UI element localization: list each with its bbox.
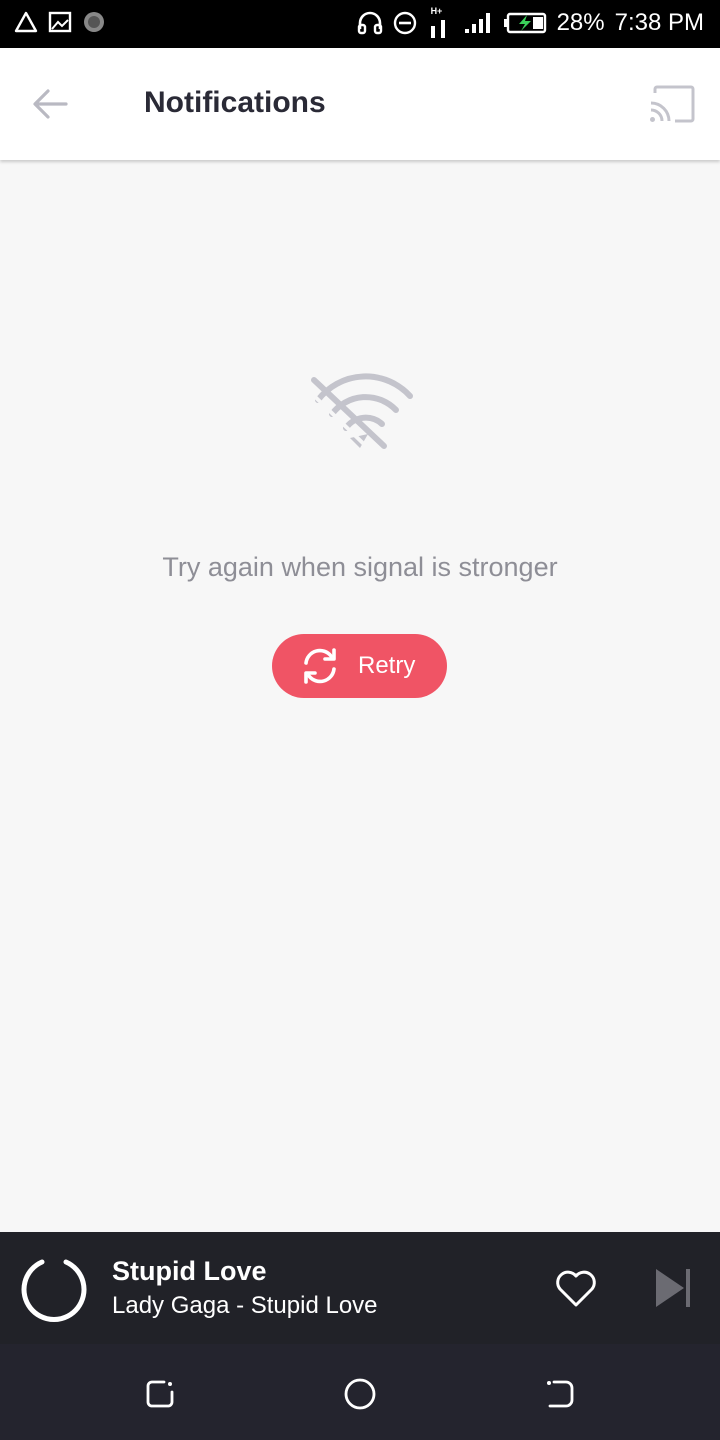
status-left-icons: [14, 10, 106, 34]
cast-button[interactable]: [640, 78, 704, 130]
track-subtitle: Lady Gaga - Stupid Love: [112, 1292, 378, 1319]
headphones-icon: [357, 11, 382, 35]
loading-spinner-icon: [21, 1259, 87, 1322]
refresh-icon: [304, 648, 336, 684]
status-bar: H+ 28% 7:38 PM: [0, 0, 720, 48]
track-title: Stupid Love: [112, 1256, 267, 1286]
back-icon: [547, 1380, 574, 1408]
home-icon: [344, 1378, 376, 1410]
battery-percent: 28%: [556, 9, 605, 36]
heart-outline-icon: [556, 1270, 596, 1307]
retry-label: Retry: [358, 652, 416, 679]
mini-player[interactable]: Stupid Love Lady Gaga - Stupid Love: [0, 1232, 720, 1344]
warning-icon: [14, 11, 38, 33]
recents-icon: [146, 1380, 174, 1408]
recents-button[interactable]: [136, 1370, 184, 1418]
wifi-off-icon: [306, 373, 413, 452]
like-button[interactable]: [550, 1262, 602, 1314]
clock: 7:38 PM: [614, 9, 704, 36]
navigation-bar: [0, 1344, 720, 1440]
picture-icon: [48, 11, 72, 33]
page-title: Notifications: [144, 86, 326, 119]
signal-icon: [464, 13, 490, 33]
skip-next-button[interactable]: [646, 1262, 698, 1314]
home-button[interactable]: [336, 1370, 384, 1418]
app-bar: Notifications: [0, 48, 720, 160]
retry-button[interactable]: Retry: [272, 634, 447, 698]
offline-message: Try again when signal is stronger: [162, 552, 558, 582]
do-not-disturb-icon: [393, 11, 416, 35]
skip-next-icon: [656, 1269, 690, 1307]
network-type-label: H+: [430, 6, 443, 16]
mobile-data-icon: H+: [427, 6, 453, 38]
status-right-icons: H+ 28% 7:38 PM: [357, 6, 704, 38]
arrow-back-icon: [33, 89, 68, 119]
back-nav-button[interactable]: [536, 1370, 584, 1418]
battery-charging-icon: [503, 12, 546, 34]
cast-icon: [650, 85, 695, 123]
spinner-icon: [84, 12, 104, 32]
back-button[interactable]: [22, 78, 78, 130]
